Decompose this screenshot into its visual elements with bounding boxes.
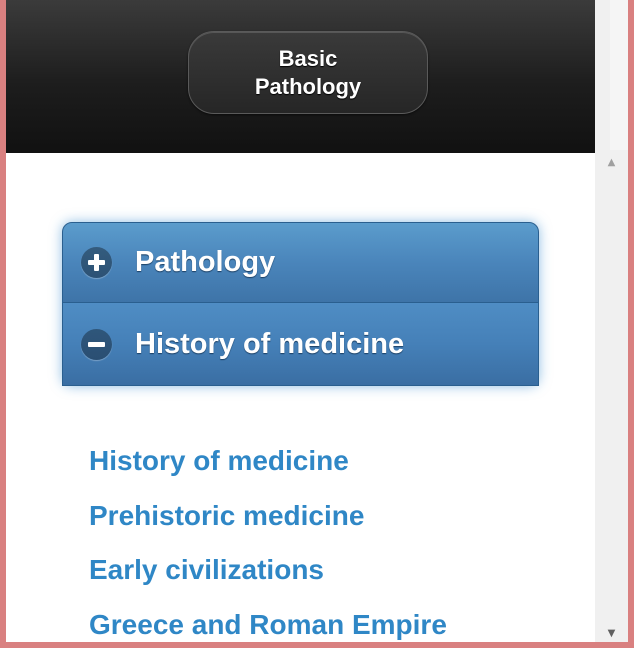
- title-button[interactable]: Basic Pathology: [188, 31, 428, 114]
- link-greece-and-roman-empire[interactable]: Greece and Roman Empire: [89, 604, 447, 643]
- accordion: Pathology History of medicine: [62, 222, 539, 386]
- vertical-scrollbar[interactable]: ▲ ▼: [595, 0, 628, 642]
- scrollbar-thumb[interactable]: [610, 0, 628, 150]
- accordion-item-label: History of medicine: [135, 327, 405, 360]
- accordion-item-history-of-medicine[interactable]: History of medicine: [62, 303, 539, 386]
- link-early-civilizations[interactable]: Early civilizations: [89, 549, 447, 604]
- header-bar: Basic Pathology: [6, 0, 610, 153]
- plus-icon: [81, 247, 112, 278]
- link-prehistoric-medicine[interactable]: Prehistoric medicine: [89, 495, 447, 550]
- app-window: Basic Pathology Pathology History of med…: [0, 0, 634, 648]
- link-history-of-medicine[interactable]: History of medicine: [89, 440, 447, 495]
- link-list: History of medicine Prehistoric medicine…: [89, 440, 447, 643]
- scroll-down-arrow-icon[interactable]: ▼: [595, 625, 628, 642]
- minus-icon: [81, 328, 112, 360]
- accordion-item-label: Pathology: [135, 246, 276, 278]
- page-title: Basic Pathology: [243, 45, 373, 101]
- accordion-item-pathology[interactable]: Pathology: [62, 222, 539, 303]
- title-line-2: Pathology: [254, 73, 362, 99]
- scroll-up-arrow-icon[interactable]: ▲: [595, 154, 628, 171]
- title-line-1: Basic: [278, 45, 338, 71]
